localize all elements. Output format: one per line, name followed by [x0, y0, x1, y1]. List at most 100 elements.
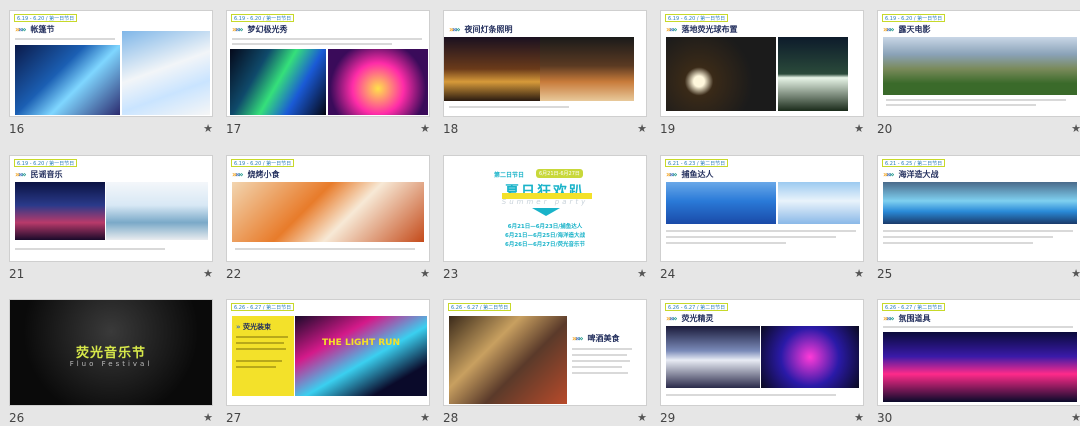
chevron-icon: »»»	[883, 313, 895, 323]
chevron-icon: »»»	[666, 169, 678, 179]
photo	[106, 182, 208, 240]
date-tag: 6.19 - 6.20 / 第一日节日	[231, 159, 295, 167]
slide-number: 19	[660, 122, 676, 136]
chevron-icon: »»»	[232, 24, 244, 34]
slide-title: 夜间灯条照明	[464, 24, 513, 34]
date-tag: 6.21 - 6.23 / 第二日节日	[665, 159, 729, 167]
chevron-icon: »»»	[15, 24, 27, 34]
text-line	[666, 394, 836, 396]
text-line	[449, 106, 569, 108]
slide-thumb-27[interactable]: 6.26 - 6.27 / 第二日节日 » 荧光装束 THE LIGHT RUN…	[226, 299, 430, 426]
slide-thumb-25[interactable]: 6.21 - 6.25 / 第二日节日 »»» 海洋造大战 25 ★	[877, 155, 1080, 285]
text-line	[883, 236, 1053, 238]
star-icon[interactable]: ★	[854, 267, 864, 280]
slide-number: 17	[226, 122, 242, 136]
schedule-line: 6月26日—6月27日/荧光音乐节	[505, 242, 585, 248]
schedule-line: 6月21日—6月23日/捕鱼达人	[507, 224, 583, 230]
star-icon[interactable]: ★	[203, 122, 213, 135]
slide-preview: 6.19 - 6.20 / 第一日节日 »»» 烧烤小食	[226, 155, 430, 262]
star-icon[interactable]: ★	[203, 267, 213, 280]
chevron-down-icon	[532, 208, 560, 216]
photo	[883, 37, 1077, 95]
slide-thumb-18[interactable]: »»» 夜间灯条照明 18 ★	[443, 10, 647, 140]
date-tag: 6.19 - 6.20 / 第一日节日	[882, 14, 946, 22]
star-icon[interactable]: ★	[1071, 267, 1080, 280]
photo	[666, 37, 776, 111]
star-icon[interactable]: ★	[637, 267, 647, 280]
photo	[122, 31, 210, 115]
event-title: 荧光音乐节	[75, 346, 146, 361]
text-line	[15, 248, 165, 250]
text-line	[572, 372, 628, 374]
slide-number: 22	[226, 267, 242, 281]
star-icon[interactable]: ★	[203, 411, 213, 424]
slide-preview: 6.26 - 6.27 / 第二日节日 » 荧光装束 THE LIGHT RUN	[226, 299, 430, 406]
photo	[230, 49, 326, 115]
slide-thumb-30[interactable]: 6.26 - 6.27 / 第二日节日 »»» 氛围道具 30 ★	[877, 299, 1080, 426]
slide-thumb-28[interactable]: 6.26 - 6.27 / 第二日节日 »»» 啤酒美食 28 ★	[443, 299, 647, 426]
slide-number: 25	[877, 267, 893, 281]
slide-thumb-24[interactable]: 6.21 - 6.23 / 第二日节日 »»» 捕鱼达人 24 ★	[660, 155, 864, 285]
slide-thumb-22[interactable]: 6.19 - 6.20 / 第一日节日 »»» 烧烤小食 22 ★	[226, 155, 430, 285]
photo	[449, 316, 567, 404]
slide-thumb-19[interactable]: 6.19 - 6.20 / 第一日节日 »»» 落地荧光球布置 19 ★	[660, 10, 864, 140]
slide-preview: 6.26 - 6.27 / 第二日节日 »»» 氛围道具	[877, 299, 1080, 406]
slide-thumb-17[interactable]: 6.19 - 6.20 / 第一日节日 »»» 梦幻极光秀 17 ★	[226, 10, 430, 140]
star-icon[interactable]: ★	[637, 411, 647, 424]
star-icon[interactable]: ★	[420, 411, 430, 424]
slide-thumb-21[interactable]: 6.19 - 6.20 / 第一日节日 »»» 民谣音乐 21 ★	[9, 155, 213, 285]
text-panel: » 荧光装束	[232, 316, 294, 396]
slide-title: 民谣音乐	[30, 169, 63, 179]
schedule-line: 6月21日—6月25日/海洋造大战	[505, 233, 585, 239]
chevron-icon: »»»	[449, 24, 461, 34]
text-line	[666, 242, 786, 244]
photo	[444, 37, 540, 101]
text-line	[232, 43, 392, 45]
date-tag: 6.19 - 6.20 / 第一日节日	[231, 14, 295, 22]
date-tag: 6.26 - 6.27 / 第二日节日	[882, 303, 946, 311]
slide-number: 28	[443, 411, 459, 425]
slide-number: 26	[9, 411, 25, 425]
slide-number: 21	[9, 267, 25, 281]
date-tag: 6.26 - 6.27 / 第二日节日	[448, 303, 512, 311]
star-icon[interactable]: ★	[420, 122, 430, 135]
text-line	[883, 230, 1073, 232]
slide-preview: »»» 夜间灯条照明	[443, 10, 647, 117]
slide-thumb-29[interactable]: 6.26 - 6.27 / 第二日节日 »»» 荧光精灵 29 ★	[660, 299, 864, 426]
text-line	[886, 104, 1036, 106]
slide-number: 20	[877, 122, 893, 136]
slide-preview: 6.19 - 6.20 / 第一日节日 »»» 民谣音乐	[9, 155, 213, 262]
slide-title: 帐篷节	[30, 24, 55, 34]
star-icon[interactable]: ★	[854, 122, 864, 135]
text-line	[232, 38, 422, 40]
star-icon[interactable]: ★	[1071, 122, 1080, 135]
date-pill: 6月21日-6月27日	[536, 169, 583, 178]
star-icon[interactable]: ★	[1071, 411, 1080, 424]
slide-preview: 6.21 - 6.25 / 第二日节日 »»» 海洋造大战	[877, 155, 1080, 262]
photo: THE LIGHT RUN	[295, 316, 427, 396]
slide-preview: 6.19 - 6.20 / 第一日节日 »»» 帐篷节	[9, 10, 213, 117]
chevron-icon: »»»	[572, 333, 584, 343]
date-tag: 6.26 - 6.27 / 第二日节日	[665, 303, 729, 311]
slide-thumb-26[interactable]: 荧光音乐节 Fluo Festival 26 ★	[9, 299, 213, 426]
chevron-icon: »»»	[15, 169, 27, 179]
slide-title: 荧光精灵	[681, 313, 714, 323]
star-icon[interactable]: ★	[854, 411, 864, 424]
slide-thumb-16[interactable]: 6.19 - 6.20 / 第一日节日 »»» 帐篷节 16 ★	[9, 10, 213, 140]
star-icon[interactable]: ★	[420, 267, 430, 280]
text-line	[15, 38, 115, 40]
photo	[883, 332, 1077, 402]
slide-preview: 6.21 - 6.23 / 第二日节日 »»» 捕鱼达人	[660, 155, 864, 262]
date-tag: 6.21 - 6.25 / 第二日节日	[882, 159, 946, 167]
slide-thumb-20[interactable]: 6.19 - 6.20 / 第一日节日 »»» 露天电影 20 ★	[877, 10, 1080, 140]
star-icon[interactable]: ★	[637, 122, 647, 135]
slide-preview: 6.19 - 6.20 / 第一日节日 »»» 露天电影	[877, 10, 1080, 117]
photo	[232, 182, 424, 242]
slide-number: 27	[226, 411, 242, 425]
day-kicker: 第二日节日	[494, 172, 525, 179]
text-line	[572, 354, 627, 356]
slide-title: 啤酒美食	[587, 333, 620, 343]
slide-number: 16	[9, 122, 25, 136]
slide-thumb-23[interactable]: 第二日节日 6月21日-6月27日 夏日狂欢趴 Summer party 6月2…	[443, 155, 647, 285]
event-subtitle: Fluo Festival	[69, 360, 153, 368]
